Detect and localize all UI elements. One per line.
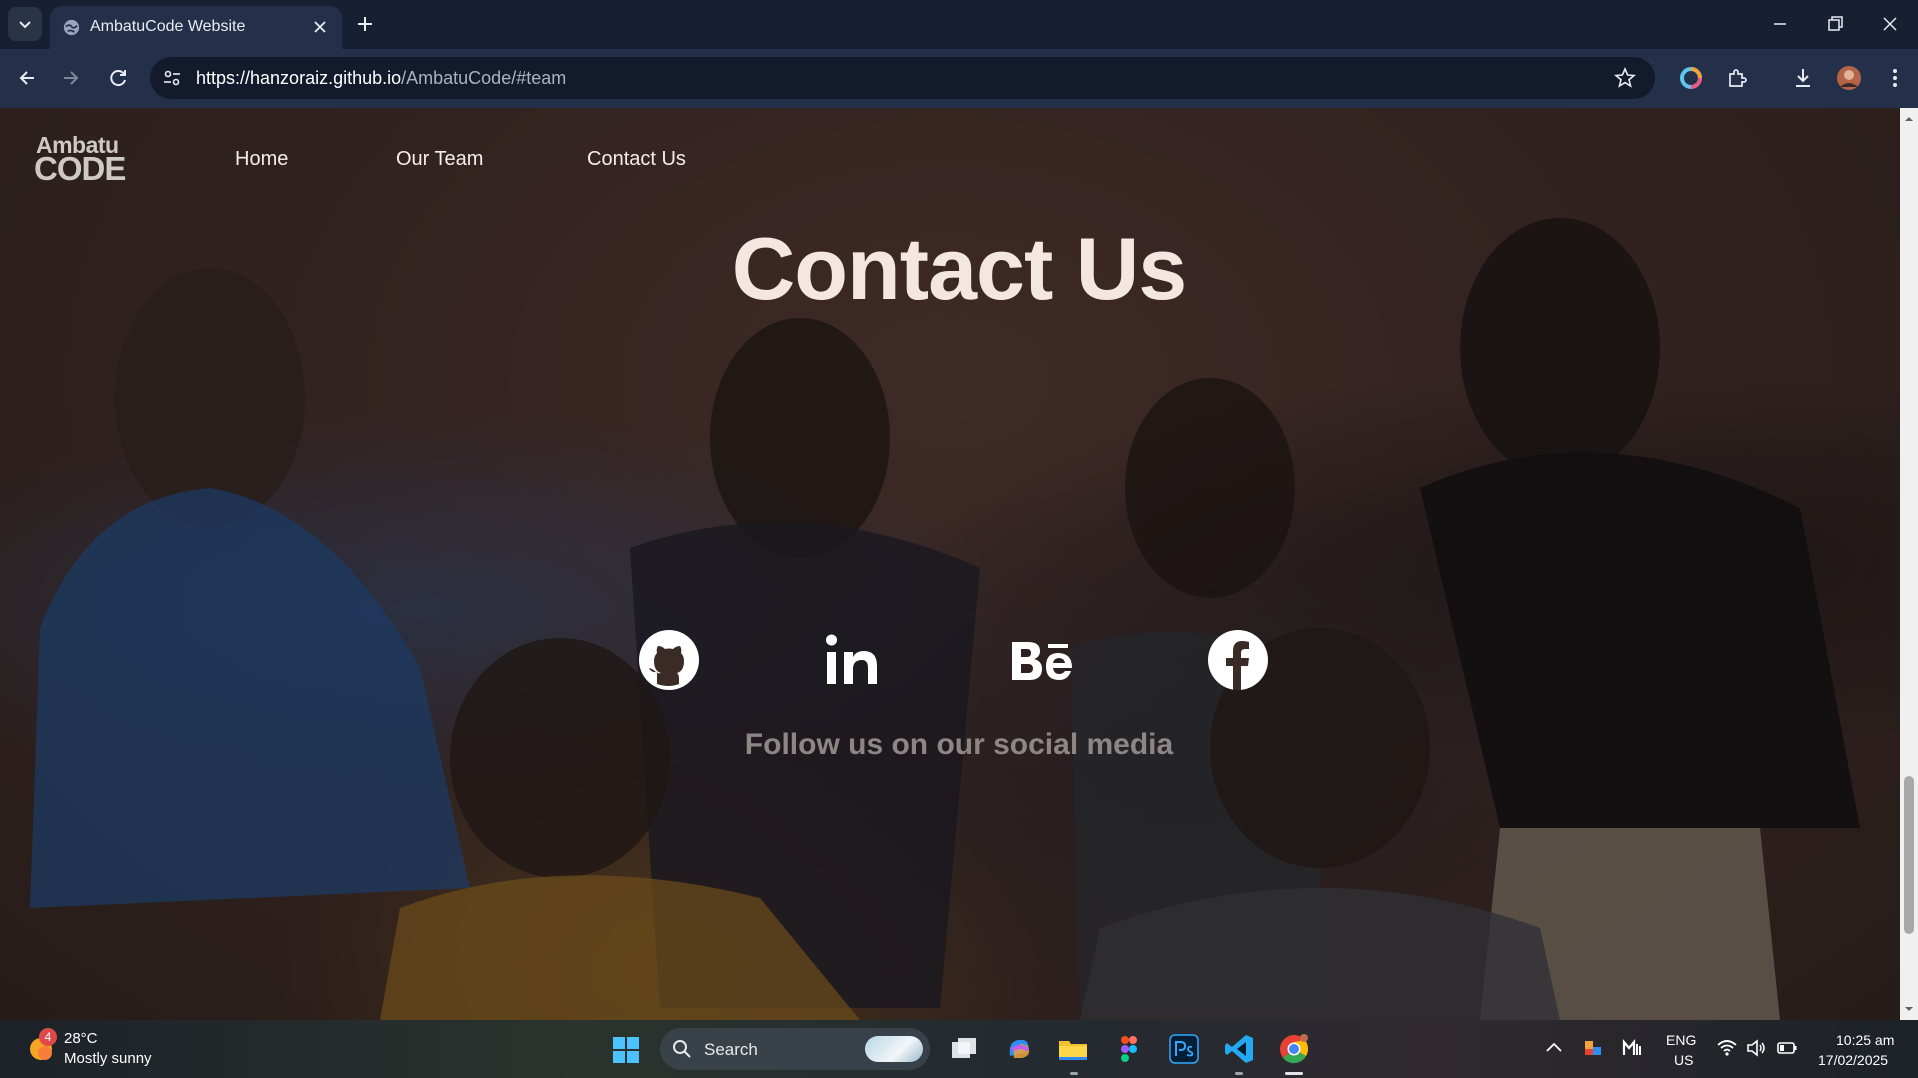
volume-icon[interactable]	[1745, 1037, 1767, 1059]
vscode-icon[interactable]	[1222, 1032, 1256, 1066]
follow-text: Follow us on our social media	[744, 728, 1174, 761]
file-explorer-icon[interactable]	[1056, 1032, 1090, 1066]
battery-icon[interactable]	[1776, 1037, 1798, 1059]
page-title: Contact Us	[731, 219, 1188, 318]
restore-icon[interactable]	[1814, 10, 1854, 38]
close-icon[interactable]	[310, 17, 330, 37]
tab-title: AmbatuCode Website	[90, 18, 246, 35]
region-indicator: US	[1674, 1052, 1694, 1068]
url-host: https://hanzoraiz.github.io	[196, 68, 402, 88]
meet-tray-icon[interactable]	[1621, 1037, 1643, 1059]
download-icon[interactable]	[1788, 63, 1818, 93]
weather-temperature: 28°C	[64, 1030, 98, 1047]
extensions-puzzle-icon[interactable]	[1722, 63, 1752, 93]
back-arrow-icon[interactable]	[12, 63, 42, 93]
scrollbar-thumb[interactable]	[1904, 776, 1914, 934]
facebook-link[interactable]	[1206, 628, 1270, 692]
minimize-icon[interactable]	[1760, 10, 1800, 38]
taskbar-time[interactable]: 10:25 am	[1836, 1032, 1894, 1048]
tab-search-button[interactable]	[8, 7, 42, 41]
profile-avatar-icon[interactable]	[1834, 63, 1864, 93]
language-indicator[interactable]: ENG	[1666, 1032, 1696, 1048]
github-icon	[639, 630, 699, 690]
windows-start-icon[interactable]	[612, 1036, 640, 1064]
nav-home[interactable]: Home	[235, 148, 288, 171]
explorer-running-indicator	[1070, 1072, 1078, 1075]
page-viewport: Ambatu CODE Home Our Team Contact Us Con…	[0, 108, 1900, 1020]
figma-icon[interactable]	[1112, 1032, 1146, 1066]
facebook-icon	[1208, 630, 1268, 690]
task-view-icon[interactable]	[947, 1032, 981, 1066]
weather-description: Mostly sunny	[64, 1050, 152, 1067]
github-link[interactable]	[637, 628, 701, 692]
site-settings-icon[interactable]	[160, 66, 184, 90]
url-text: https://hanzoraiz.github.io/AmbatuCode/#…	[196, 68, 566, 89]
scroll-down-arrow-icon[interactable]	[1904, 1004, 1914, 1014]
taskbar-date[interactable]: 17/02/2025	[1818, 1052, 1888, 1068]
linkedin-link[interactable]	[822, 628, 886, 692]
chrome-icon[interactable]	[1277, 1032, 1311, 1066]
scroll-up-arrow-icon[interactable]	[1904, 114, 1914, 124]
new-tab-icon[interactable]	[353, 12, 377, 36]
taskbar-search-box[interactable]: Search	[660, 1028, 930, 1070]
copilot-icon[interactable]	[1002, 1032, 1036, 1066]
behance-link[interactable]	[1010, 628, 1074, 692]
vscode-running-indicator	[1235, 1072, 1243, 1075]
more-menu-icon[interactable]	[1880, 63, 1910, 93]
logo-line-2: CODE	[34, 150, 126, 187]
nav-our-team[interactable]: Our Team	[396, 148, 483, 171]
site-logo[interactable]: Ambatu CODE	[34, 132, 126, 187]
bookmark-star-icon[interactable]	[1613, 66, 1637, 90]
search-label: Search	[704, 1040, 758, 1059]
color-extension-icon[interactable]	[1676, 63, 1706, 93]
linkedin-icon	[826, 634, 877, 684]
browser-tab-bar: AmbatuCode Website	[0, 0, 1918, 49]
page-scrollbar[interactable]	[1900, 108, 1918, 1020]
chrome-active-indicator	[1285, 1072, 1303, 1075]
url-path: /AmbatuCode/#team	[401, 68, 567, 88]
wifi-icon[interactable]	[1716, 1037, 1738, 1059]
photoshop-icon[interactable]	[1167, 1032, 1201, 1066]
browser-tab[interactable]: AmbatuCode Website	[50, 6, 342, 49]
browser-toolbar: https://hanzoraiz.github.io/AmbatuCode/#…	[0, 49, 1918, 108]
windows-taskbar: 4 28°C Mostly sunny Search ENG US 10:25 …	[0, 1020, 1918, 1078]
app-tray-icon[interactable]	[1582, 1037, 1604, 1059]
search-highlight-image	[865, 1036, 923, 1062]
chevron-up-icon[interactable]	[1543, 1037, 1565, 1059]
chevron-down-icon	[19, 21, 31, 29]
behance-icon	[1012, 642, 1072, 680]
nav-contact-us[interactable]: Contact Us	[587, 148, 686, 171]
forward-arrow-icon[interactable]	[56, 63, 86, 93]
search-icon	[673, 1040, 691, 1058]
address-bar[interactable]: https://hanzoraiz.github.io/AmbatuCode/#…	[150, 57, 1655, 99]
weather-badge: 4	[39, 1028, 57, 1046]
window-close-icon[interactable]	[1870, 10, 1910, 38]
reload-icon[interactable]	[103, 63, 133, 93]
globe-icon	[63, 19, 80, 36]
